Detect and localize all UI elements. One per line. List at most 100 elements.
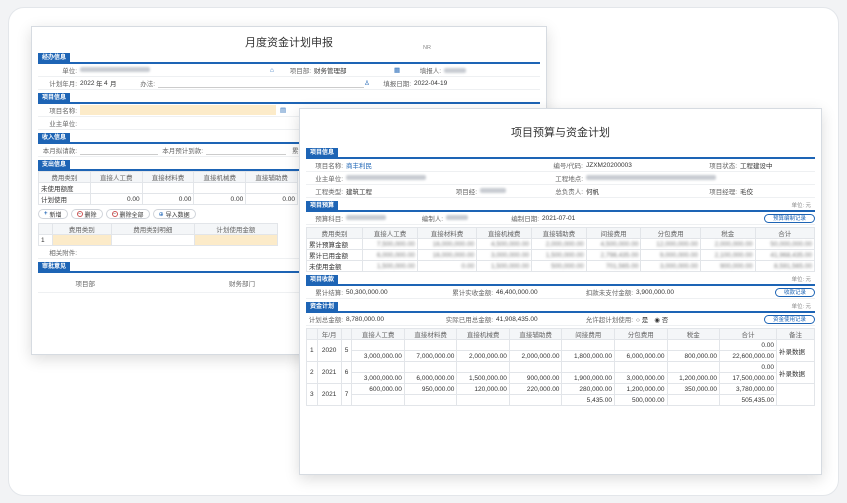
fund-col-header: 间接费用 (561, 328, 615, 340)
section-collection: 项目收款 单位: 元 (306, 275, 815, 286)
fund-cell: 1,200,000.00 (666, 372, 721, 384)
fund-col-header: 直接材料费 (403, 328, 458, 340)
fund-cell: 7 (340, 383, 353, 406)
fund-cell: 2021 (316, 361, 342, 384)
person-icon[interactable]: ♙ (364, 79, 378, 87)
year-field[interactable]: 2022 (80, 80, 96, 87)
allow-no-radio[interactable]: ◉ 否 (654, 314, 668, 324)
project-name-input[interactable] (80, 105, 276, 115)
status-badge: 工程建设中 (740, 163, 773, 170)
budget-table: 费用类别 直接人工费 直接材料费 直接机械费 直接辅助费 间接费用 分包费用 税金 合计 累计预… (305, 227, 816, 272)
fund-cell: 900,000.00 (508, 372, 563, 384)
budget-cell: 1,500,000.00 (476, 260, 532, 272)
fund-cell: 22,600,000.00 (719, 350, 777, 362)
fund-cell (456, 361, 510, 373)
month-request-input[interactable] (80, 146, 158, 155)
budget-cell: 3,000,000.00 (476, 249, 532, 261)
fund-col-header: 合计 (719, 328, 777, 340)
detail-table: 费用类别 费用类别明细 计划使用金额 1 (38, 223, 279, 246)
fund-cell: 2,000,000.00 (508, 350, 563, 362)
house-icon[interactable]: ⌂ (270, 67, 284, 74)
fund-plan-table: 年/月 直接人工费 直接材料费 直接机械费 直接辅助费 间接费用 分包费用 税金 合计 备注 12… (306, 328, 815, 406)
budget-col-header: 直接人工费 (362, 227, 418, 239)
project-name-link[interactable]: 商丰利民 (346, 160, 546, 170)
budget-col-header: 间接费用 (585, 227, 642, 239)
table-row: 3 2021 7 600,000.00 950,000.00 120,000.00 220,… (306, 383, 815, 406)
fund-cell: 1,500,000.00 (456, 372, 510, 384)
section-handling: 经办信息 (38, 53, 540, 64)
category-select[interactable] (52, 234, 112, 246)
fund-record-button[interactable]: 资金使用记录 (763, 314, 815, 324)
fund-cell (351, 339, 405, 351)
plan-amount-input[interactable] (193, 234, 279, 246)
table-row: 2 2021 6 0.00 补录数据 (306, 361, 815, 384)
fund-cell (403, 339, 458, 351)
delete-all-button[interactable]: − 删除全部 (105, 209, 150, 219)
budget-cell: 16,000,000.00 (416, 249, 478, 261)
expense-table: 费用类别 直接人工费 直接材料费 直接机械费 直接辅助费 未使用额度 计划使用 0.00 0… (38, 171, 298, 205)
fund-cell (403, 394, 458, 406)
front-window-title: 项目预算与资金计划 (511, 127, 610, 139)
table-row: 1 (38, 234, 279, 246)
fund-cell: 2,000,000.00 (456, 350, 510, 362)
dept-field[interactable]: 财务管理部 (314, 65, 394, 75)
table-row: 累计已用金额 6,000,000.00 16,000,000.00 3,000,000… (305, 249, 816, 261)
budget-cell: 1,500,000.00 (362, 260, 418, 272)
section-budget: 项目预算 单位: 元 (306, 201, 815, 212)
fund-cell: 120,000.00 (456, 383, 510, 395)
allow-yes-radio[interactable]: ○ 是 (636, 314, 648, 324)
table-row: 累计预算金额 7,500,000.00 16,000,000.00 4,500,000… (305, 238, 816, 250)
budget-cell: 50,000,000.00 (754, 238, 816, 250)
fund-cell: 6,000,000.00 (613, 350, 668, 362)
budget-cell: 4,500,000.00 (585, 238, 642, 250)
table-row: 3,000,000.00 7,000,000.00 2,000,000.00 2,00… (307, 350, 815, 362)
budget-cell: 701,565.00 (585, 260, 642, 272)
fund-note: 补录数据 (776, 361, 815, 384)
budget-fund-plan-window: 项目预算与资金计划 项目信息 项目名称: 商丰利民 编号/代码: JZXM202… (299, 108, 822, 475)
fund-cell: 600,000.00 (351, 383, 405, 395)
budget-cell: 16,000,000.00 (416, 238, 478, 250)
report-date: 2022-04-19 (414, 79, 448, 87)
fund-cell: 3 (306, 383, 318, 406)
budget-cell: 8,591,565.00 (754, 260, 816, 272)
table-row: 1 2020 5 0.00 补录数据 (306, 339, 815, 362)
fund-cell (561, 339, 615, 351)
fund-cell: 500,000.00 (613, 394, 668, 406)
budget-col-header: 直接机械费 (476, 227, 532, 239)
table-row: 未使用额度 (38, 182, 298, 194)
fund-cell (508, 339, 563, 351)
budget-cell: 1,500,000.00 (530, 249, 587, 261)
fund-cell (508, 394, 563, 406)
budget-cell: 累计预算金额 (305, 238, 364, 250)
desc-input[interactable] (158, 79, 364, 88)
delete-button[interactable]: − 删除 (70, 209, 103, 219)
month-expect-input[interactable] (206, 146, 286, 155)
fund-cell: 220,000.00 (508, 383, 563, 395)
fund-cell: 2 (306, 361, 318, 384)
back-window-title: 月度资金计划申报 (245, 37, 333, 49)
doc-icon[interactable]: ▤ (280, 106, 286, 114)
budget-cell: 9,000,000.00 (640, 249, 701, 261)
fund-cell: 0.00 (719, 339, 777, 351)
unit-field[interactable] (80, 66, 270, 74)
collection-record-button[interactable]: 收款记录 (774, 287, 815, 297)
add-button[interactable]: + 新增 (38, 209, 68, 219)
fund-cell (561, 361, 615, 373)
table-row: 未使用金额 1,500,000.00 0.00 1,500,000.00 500,000… (305, 260, 816, 272)
section-project: 项目信息 (38, 93, 540, 104)
import-button[interactable]: ⊕ 导入数据 (152, 209, 196, 219)
grid-icon[interactable]: ▦ (394, 66, 408, 74)
category-detail-select[interactable] (110, 234, 195, 246)
budget-cell: 累计已用金额 (305, 249, 364, 261)
fund-cell: 950,000.00 (403, 383, 458, 395)
budget-cell: 0.00 (416, 260, 478, 272)
fund-cell: 0.00 (719, 361, 777, 373)
fund-cell: 1,200,000.00 (613, 383, 668, 395)
budget-cell: 7,500,000.00 (362, 238, 418, 250)
budget-record-button[interactable]: 预算编制记录 (763, 213, 815, 223)
budget-col-header: 合计 (754, 227, 816, 239)
fund-cell: 3,000,000.00 (351, 350, 405, 362)
fund-cell (666, 339, 721, 351)
fund-cell: 2020 (316, 339, 342, 362)
section-fund-plan: 资金计划 单位: 元 (306, 302, 815, 313)
